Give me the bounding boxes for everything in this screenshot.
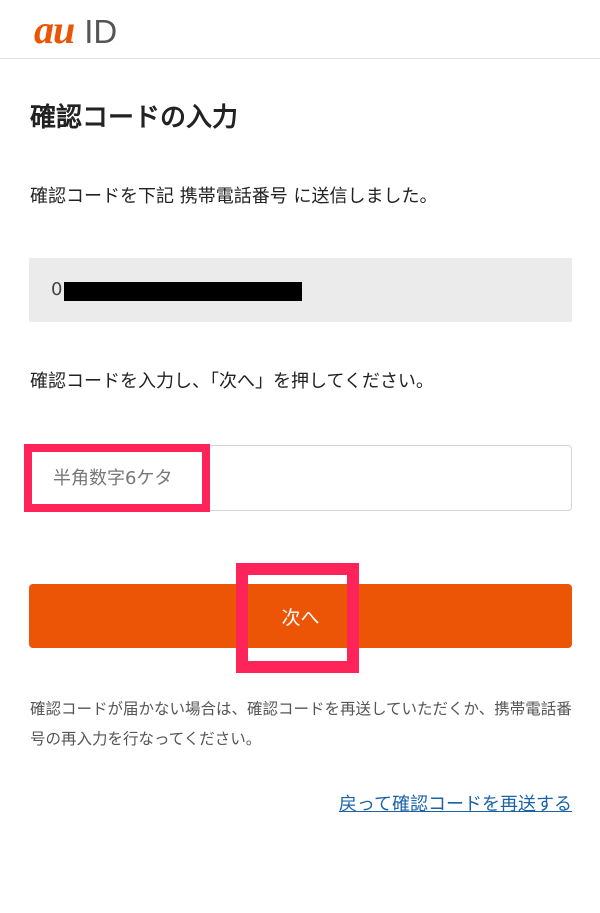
au-id-logo: au ID: [34, 10, 117, 52]
logo-au-text: au: [34, 7, 75, 52]
instruction-text: 確認コードを入力し、「次へ」を押してください。: [30, 371, 434, 392]
next-button[interactable]: 次へ: [29, 584, 572, 648]
header: au ID: [0, 0, 600, 59]
resend-code-link[interactable]: 戻って確認コードを再送する: [339, 791, 572, 819]
help-text: 確認コードが届かない場合は、確認コードを再送していただくか、携帯電話番号の再入力…: [30, 700, 572, 748]
verification-code-input[interactable]: [29, 445, 572, 511]
phone-number-prefix: 0: [51, 279, 63, 300]
page-title: 確認コードの入力: [30, 103, 239, 133]
phone-number-redaction: [64, 282, 302, 301]
logo-id-text: ID: [84, 13, 118, 50]
phone-number-display: 0: [29, 258, 572, 322]
sent-message: 確認コードを下記 携帯電話番号 に送信しました。: [30, 186, 438, 207]
